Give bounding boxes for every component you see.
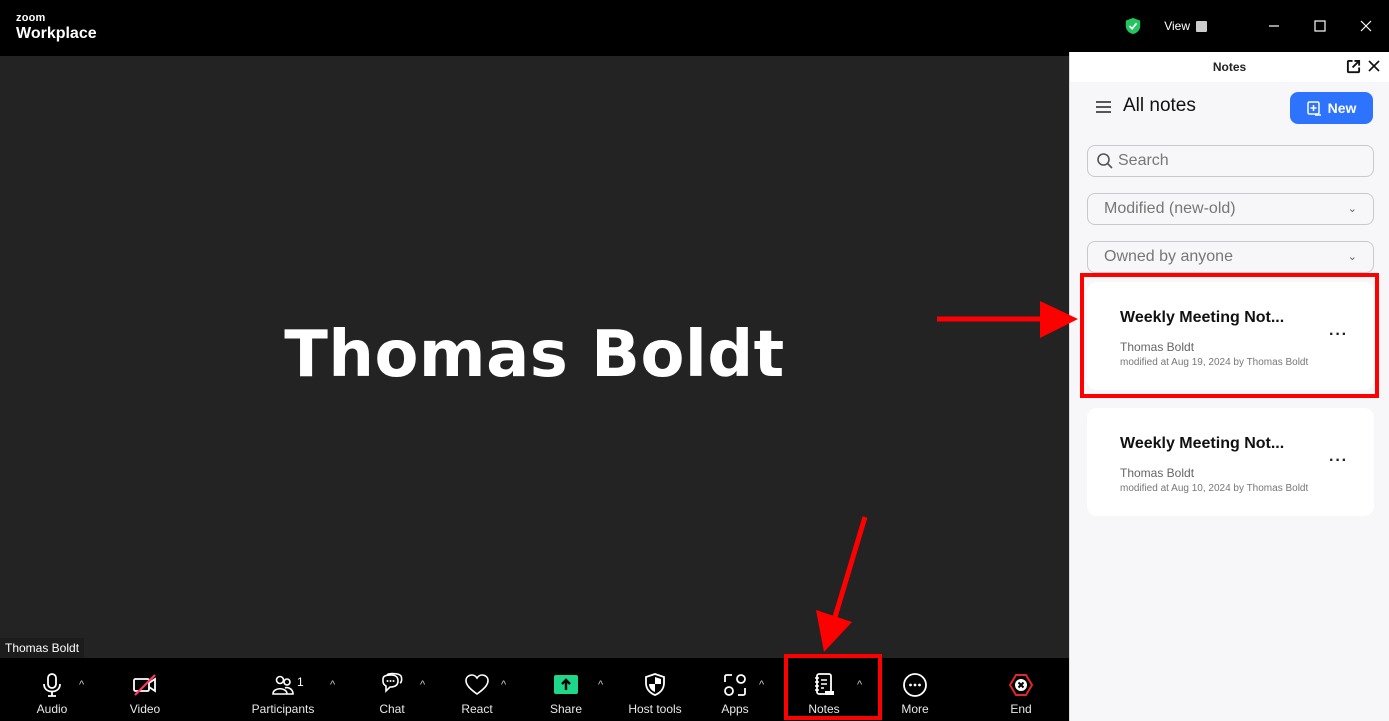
note-modified: modified at Aug 10, 2024 by Thomas Boldt	[1120, 483, 1309, 494]
apps-options-caret[interactable]: ^	[759, 679, 764, 691]
participant-name-tag: Thomas Boldt	[0, 638, 85, 658]
sort-select[interactable]: Modified (new-old) ⌄	[1087, 193, 1374, 225]
share-button[interactable]: Share	[548, 664, 584, 721]
brand-small: zoom	[16, 12, 46, 24]
minimize-button[interactable]	[1251, 0, 1297, 52]
notes-label: Notes	[808, 702, 840, 716]
react-label: React	[461, 702, 493, 716]
chat-button[interactable]: Chat	[376, 664, 408, 721]
end-label: End	[1010, 702, 1032, 716]
notes-panel-title: Notes	[1212, 60, 1247, 74]
video-off-icon	[133, 674, 156, 696]
note-title: Weekly Meeting Not...	[1120, 435, 1285, 452]
notes-options-caret[interactable]: ^	[857, 679, 862, 691]
new-note-icon	[1306, 100, 1321, 116]
host-tools-button[interactable]: Host tools	[626, 664, 684, 721]
minimize-icon	[1269, 25, 1279, 27]
view-label: View	[1164, 19, 1190, 33]
chevron-down-icon: ⌄	[1347, 251, 1357, 263]
app-logo: zoom Workplace	[16, 13, 97, 42]
notes-icon	[815, 673, 834, 695]
note-card[interactable]: Weekly Meeting Not... Thomas Boldt modif…	[1087, 408, 1374, 516]
host-tools-label: Host tools	[628, 702, 682, 716]
apps-button[interactable]: Apps	[718, 664, 752, 721]
close-window-icon	[1360, 20, 1372, 32]
video-stage: Thomas Boldt	[0, 56, 1069, 658]
owner-filter-select[interactable]: Owned by anyone ⌄	[1087, 241, 1374, 273]
sort-select-value: Modified (new-old)	[1104, 200, 1236, 217]
owner-filter-value: Owned by anyone	[1104, 248, 1233, 265]
close-panel-icon[interactable]	[1367, 59, 1381, 73]
more-icon	[903, 673, 927, 697]
participants-count: 1	[297, 675, 304, 689]
pop-out-icon[interactable]	[1346, 59, 1361, 74]
notes-panel: Notes All notes New Search Modified (new…	[1069, 52, 1389, 721]
meeting-toolbar: Audio ^ Video Participants 1 ^ Chat ^ Re…	[0, 664, 1069, 721]
video-label: Video	[129, 702, 161, 716]
heart-icon	[465, 674, 489, 695]
participants-label: Participants	[251, 702, 315, 716]
maximize-button[interactable]	[1297, 0, 1343, 52]
note-author: Thomas Boldt	[1120, 466, 1195, 480]
search-icon	[1097, 153, 1113, 169]
note-card[interactable]: Weekly Meeting Not... Thomas Boldt modif…	[1087, 282, 1374, 390]
chat-icon	[382, 672, 403, 693]
new-note-label: New	[1327, 100, 1357, 116]
note-author: Thomas Boldt	[1120, 340, 1195, 354]
search-placeholder: Search	[1118, 152, 1169, 169]
audio-button[interactable]: Audio	[33, 664, 71, 721]
note-more-options-icon[interactable]: ···	[1329, 452, 1348, 470]
video-button[interactable]: Video	[125, 664, 165, 721]
share-options-caret[interactable]: ^	[598, 679, 603, 691]
search-input[interactable]: Search	[1087, 145, 1374, 177]
brand-big: Workplace	[16, 25, 97, 42]
view-grid-icon	[1196, 20, 1207, 32]
microphone-icon	[43, 673, 61, 697]
title-bar: zoom Workplace View	[0, 0, 1389, 52]
apps-label: Apps	[721, 702, 749, 716]
view-button[interactable]: View	[1164, 19, 1207, 33]
audio-options-caret[interactable]: ^	[79, 679, 84, 691]
react-button[interactable]: React	[458, 664, 496, 721]
close-window-button[interactable]	[1343, 0, 1389, 52]
chat-options-caret[interactable]: ^	[420, 679, 425, 691]
end-button[interactable]: End	[1004, 664, 1038, 721]
host-tools-shield-icon	[645, 673, 665, 696]
notes-button[interactable]: Notes	[805, 664, 843, 721]
note-title: Weekly Meeting Not...	[1120, 309, 1285, 326]
share-screen-icon	[554, 675, 578, 694]
apps-icon	[724, 674, 746, 696]
more-button[interactable]: More	[897, 664, 933, 721]
participants-icon	[272, 675, 294, 695]
end-meeting-icon	[1008, 674, 1034, 696]
share-label: Share	[549, 702, 583, 716]
participant-display-name: Thomas Boldt	[284, 318, 785, 392]
note-more-options-icon[interactable]: ···	[1329, 326, 1348, 344]
chevron-down-icon: ⌄	[1347, 203, 1357, 215]
react-options-caret[interactable]: ^	[501, 679, 506, 691]
security-shield-icon[interactable]	[1124, 17, 1142, 35]
more-label: More	[901, 702, 929, 716]
all-notes-heading: All notes	[1123, 95, 1196, 116]
participants-button[interactable]: Participants	[250, 664, 316, 721]
maximize-icon	[1314, 20, 1326, 32]
menu-hamburger-icon[interactable]	[1096, 100, 1111, 114]
note-modified: modified at Aug 19, 2024 by Thomas Boldt	[1120, 357, 1309, 368]
participants-options-caret[interactable]: ^	[330, 679, 335, 691]
audio-label: Audio	[36, 702, 68, 716]
notes-panel-header: Notes	[1070, 52, 1389, 82]
chat-label: Chat	[379, 702, 405, 716]
new-note-button[interactable]: New	[1290, 92, 1373, 124]
